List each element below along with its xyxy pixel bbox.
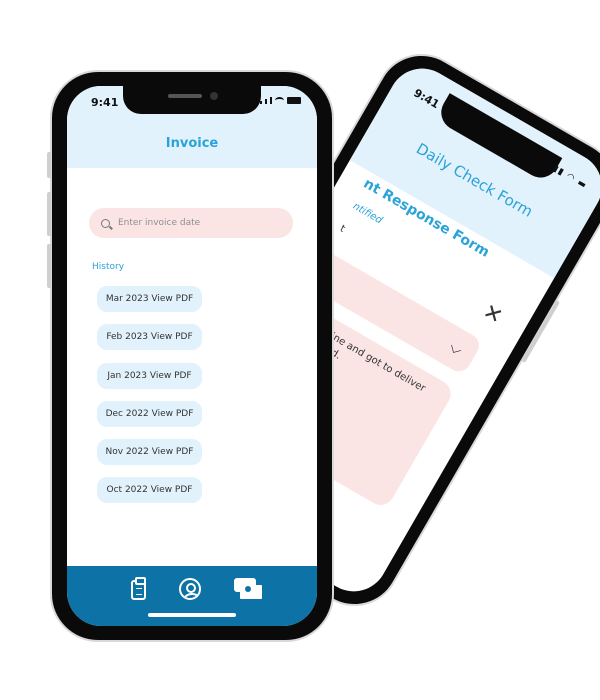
signal-icon xyxy=(260,101,262,104)
status-time: 9:41 xyxy=(91,96,119,109)
speaker-grille xyxy=(168,94,202,98)
history-item-jan-2023[interactable]: Jan 2023 View PDF xyxy=(97,362,202,389)
wifi-icon xyxy=(275,97,284,104)
back-field-label: ntified xyxy=(350,200,385,227)
front-phone-screen: 9:41 Invoice History Mar 2023 View PDF F… xyxy=(67,86,317,626)
status-icons xyxy=(260,97,301,104)
close-icon[interactable]: ✕ xyxy=(478,299,506,330)
search-icon xyxy=(101,218,110,228)
history-item-oct-2022[interactable]: Oct 2022 View PDF xyxy=(97,477,202,504)
invoice-date-search[interactable] xyxy=(89,208,293,238)
volume-down-button xyxy=(47,244,51,288)
clipboard-icon[interactable] xyxy=(131,577,146,600)
history-item-dec-2022[interactable]: Dec 2022 View PDF xyxy=(97,400,202,427)
notch xyxy=(123,86,261,114)
money-coin xyxy=(245,586,251,592)
signal-icon xyxy=(270,97,272,104)
battery-icon xyxy=(287,97,301,104)
page-title: Invoice xyxy=(165,136,219,151)
signal-icon xyxy=(265,99,267,104)
chevron-down-icon: ⌵ xyxy=(446,336,467,360)
history-item-mar-2023[interactable]: Mar 2023 View PDF xyxy=(97,286,202,312)
history-item-feb-2023[interactable]: Feb 2023 View PDF xyxy=(97,324,202,351)
bottom-nav xyxy=(67,566,317,626)
mute-switch xyxy=(47,152,51,178)
back-field-value: t xyxy=(337,223,347,235)
front-phone: 9:41 Invoice History Mar 2023 View PDF F… xyxy=(47,72,332,640)
history-list: Mar 2023 View PDF Feb 2023 View PDF Jan … xyxy=(97,286,202,516)
search-input[interactable] xyxy=(118,218,268,228)
front-camera xyxy=(210,92,218,100)
volume-up-button xyxy=(47,192,51,236)
history-heading: History xyxy=(92,262,125,272)
history-item-nov-2022[interactable]: Nov 2022 View PDF xyxy=(97,439,202,466)
money-icon[interactable] xyxy=(234,578,264,601)
home-indicator[interactable] xyxy=(148,613,236,617)
user-profile-icon[interactable] xyxy=(179,578,201,600)
